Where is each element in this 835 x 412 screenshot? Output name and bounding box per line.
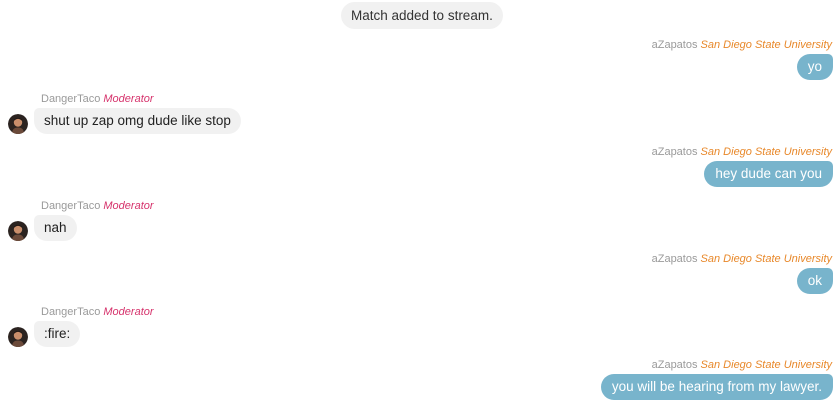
sender-affiliation: San Diego State University bbox=[700, 253, 832, 265]
message-meta: DangerTaco Moderator bbox=[41, 199, 154, 213]
sender-name[interactable]: aZapatos bbox=[652, 39, 698, 51]
sender-name[interactable]: aZapatos bbox=[652, 253, 698, 265]
sender-role: Moderator bbox=[103, 200, 154, 212]
user-avatar-icon[interactable] bbox=[8, 327, 28, 347]
message-meta: aZapatos San Diego State University bbox=[652, 145, 832, 159]
sender-role: Moderator bbox=[103, 306, 154, 318]
system-message: Match added to stream. bbox=[341, 2, 503, 29]
user-avatar-icon[interactable] bbox=[8, 221, 28, 241]
sender-name[interactable]: aZapatos bbox=[652, 146, 698, 158]
message-meta: aZapatos San Diego State University bbox=[652, 358, 832, 372]
sender-name[interactable]: DangerTaco bbox=[41, 200, 100, 212]
user-avatar-icon[interactable] bbox=[8, 114, 28, 134]
sender-affiliation: San Diego State University bbox=[700, 39, 832, 51]
sender-name[interactable]: DangerTaco bbox=[41, 93, 100, 105]
message-meta: aZapatos San Diego State University bbox=[652, 252, 832, 266]
message-bubble: yo bbox=[796, 54, 833, 80]
sender-affiliation: San Diego State University bbox=[700, 146, 832, 158]
message-bubble: you will be hearing from my lawyer. bbox=[600, 374, 833, 400]
sender-name[interactable]: DangerTaco bbox=[41, 306, 100, 318]
message-bubble: ok bbox=[796, 268, 833, 294]
message-meta: aZapatos San Diego State University bbox=[652, 38, 832, 52]
message-meta: DangerTaco Moderator bbox=[41, 92, 154, 106]
sender-role: Moderator bbox=[103, 93, 154, 105]
message-bubble: nah bbox=[34, 215, 77, 241]
message-meta: DangerTaco Moderator bbox=[41, 305, 154, 319]
chat-stream: Match added to stream. aZapatos San Dieg… bbox=[0, 0, 835, 412]
sender-affiliation: San Diego State University bbox=[700, 359, 832, 371]
sender-name[interactable]: aZapatos bbox=[652, 359, 698, 371]
message-bubble: :fire: bbox=[34, 321, 81, 347]
message-bubble: shut up zap omg dude like stop bbox=[34, 108, 241, 134]
message-bubble: hey dude can you bbox=[704, 161, 833, 187]
